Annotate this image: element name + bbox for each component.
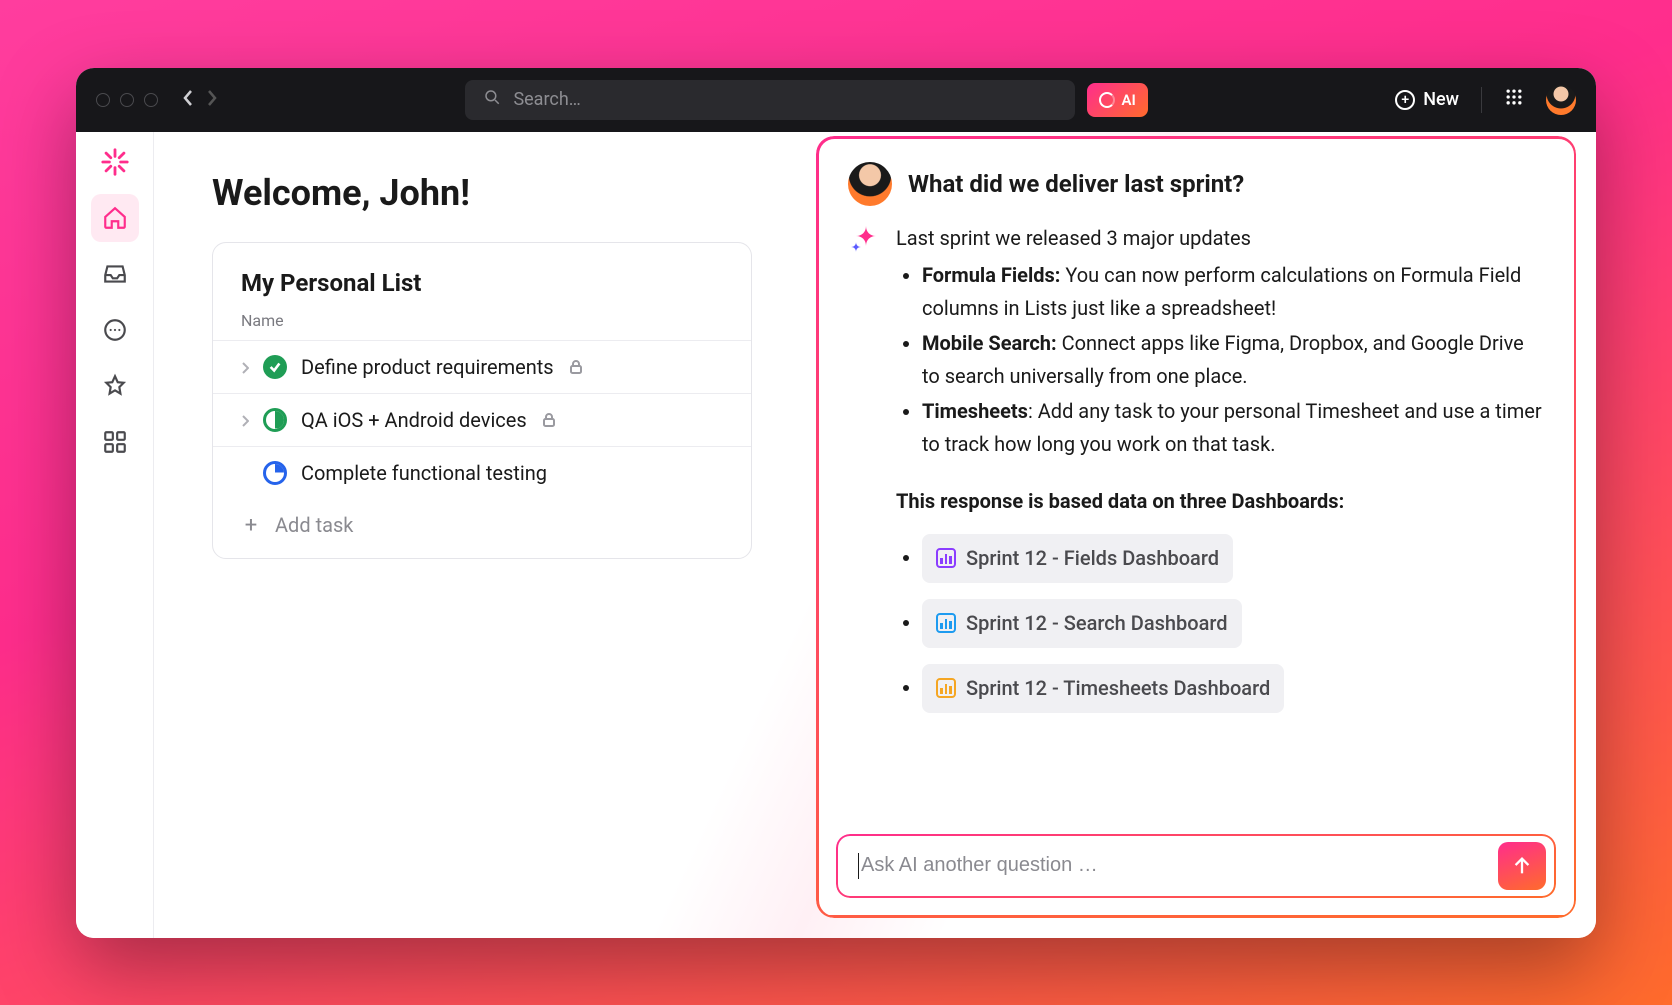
status-done-icon[interactable] xyxy=(263,355,287,379)
task-label: Define product requirements xyxy=(301,355,554,379)
window-max-dot[interactable] xyxy=(144,93,158,107)
nav-arrows xyxy=(182,89,218,111)
source-item: Sprint 12 - Timesheets Dashboard xyxy=(922,664,1544,713)
dashboard-chip[interactable]: Sprint 12 - Timesheets Dashboard xyxy=(922,664,1284,713)
sidebar-item-home[interactable] xyxy=(91,194,139,242)
lock-icon xyxy=(541,412,557,428)
ai-label: AI xyxy=(1121,91,1135,109)
user-avatar xyxy=(848,162,892,206)
window-controls xyxy=(96,93,158,107)
task-label: QA iOS + Android devices xyxy=(301,408,527,432)
ai-answer: Last sprint we released 3 major updates … xyxy=(896,222,1544,729)
status-half-icon[interactable] xyxy=(263,408,287,432)
sidebar-item-inbox[interactable] xyxy=(91,250,139,298)
sidebar-item-favorites[interactable] xyxy=(91,362,139,410)
search-icon xyxy=(483,88,501,111)
ai-question: What did we deliver last sprint? xyxy=(908,170,1244,198)
source-item: Sprint 12 - Fields Dashboard xyxy=(922,534,1544,583)
task-row[interactable]: Define product requirements xyxy=(213,340,751,393)
ask-ai-input[interactable] xyxy=(861,854,1498,877)
avatar[interactable] xyxy=(1546,85,1576,115)
plus-circle-icon: + xyxy=(1395,90,1415,110)
search-placeholder: Search… xyxy=(513,89,580,110)
status-progress-icon[interactable] xyxy=(263,461,287,485)
task-label: Complete functional testing xyxy=(301,461,547,485)
new-button[interactable]: + New xyxy=(1395,89,1459,110)
text-caret xyxy=(858,853,859,879)
ai-bullet: Formula Fields: You can now perform calc… xyxy=(922,259,1544,325)
ai-bullet: Timesheets: Add any task to your persona… xyxy=(922,395,1544,461)
dashboard-chip[interactable]: Sprint 12 - Fields Dashboard xyxy=(922,534,1233,583)
sidebar-item-more[interactable] xyxy=(91,306,139,354)
send-button[interactable] xyxy=(1498,842,1546,890)
list-title: My Personal List xyxy=(213,269,751,311)
new-label: New xyxy=(1423,89,1459,110)
caret-right-icon[interactable] xyxy=(241,408,249,432)
ai-ring-icon xyxy=(1099,92,1115,108)
app-window: Search… AI + New xyxy=(76,68,1596,938)
personal-list-card: My Personal List Name Define product req… xyxy=(212,242,752,559)
ai-button[interactable]: AI xyxy=(1087,83,1147,117)
window-close-dot[interactable] xyxy=(96,93,110,107)
ai-panel: What did we deliver last sprint? Last sp… xyxy=(816,136,1576,918)
caret-right-icon[interactable] xyxy=(241,355,249,379)
dashboard-chip[interactable]: Sprint 12 - Search Dashboard xyxy=(922,599,1242,648)
nav-back-icon[interactable] xyxy=(182,89,194,111)
plus-icon: + xyxy=(241,513,261,538)
nav-forward-icon[interactable] xyxy=(206,89,218,111)
sources-heading: This response is based data on three Das… xyxy=(896,485,1544,518)
task-row[interactable]: QA iOS + Android devices xyxy=(213,393,751,446)
apps-grid-icon[interactable] xyxy=(1504,87,1524,112)
sidebar xyxy=(76,132,154,938)
search-input[interactable]: Search… xyxy=(465,80,1075,120)
titlebar: Search… AI + New xyxy=(76,68,1596,132)
window-min-dot[interactable] xyxy=(120,93,134,107)
source-label: Sprint 12 - Timesheets Dashboard xyxy=(966,672,1270,705)
source-item: Sprint 12 - Search Dashboard xyxy=(922,599,1544,648)
dashboard-icon xyxy=(936,678,956,698)
ai-bullet: Mobile Search: Connect apps like Figma, … xyxy=(922,327,1544,393)
dashboard-icon xyxy=(936,613,956,633)
main-area: Welcome, John! My Personal List Name Def… xyxy=(154,132,1596,938)
lock-icon xyxy=(568,359,584,375)
sparkle-icon xyxy=(848,224,880,256)
source-label: Sprint 12 - Fields Dashboard xyxy=(966,542,1219,575)
ai-answer-intro: Last sprint we released 3 major updates xyxy=(896,226,1251,250)
add-task-button[interactable]: + Add task xyxy=(213,499,751,546)
divider xyxy=(1481,87,1482,113)
dashboard-icon xyxy=(936,548,956,568)
sidebar-item-apps[interactable] xyxy=(91,418,139,466)
task-row[interactable]: Complete functional testing xyxy=(213,446,751,499)
source-label: Sprint 12 - Search Dashboard xyxy=(966,607,1228,640)
column-name: Name xyxy=(213,311,751,340)
app-logo[interactable] xyxy=(99,146,131,178)
ask-ai-row xyxy=(836,834,1556,898)
add-task-label: Add task xyxy=(275,513,353,537)
